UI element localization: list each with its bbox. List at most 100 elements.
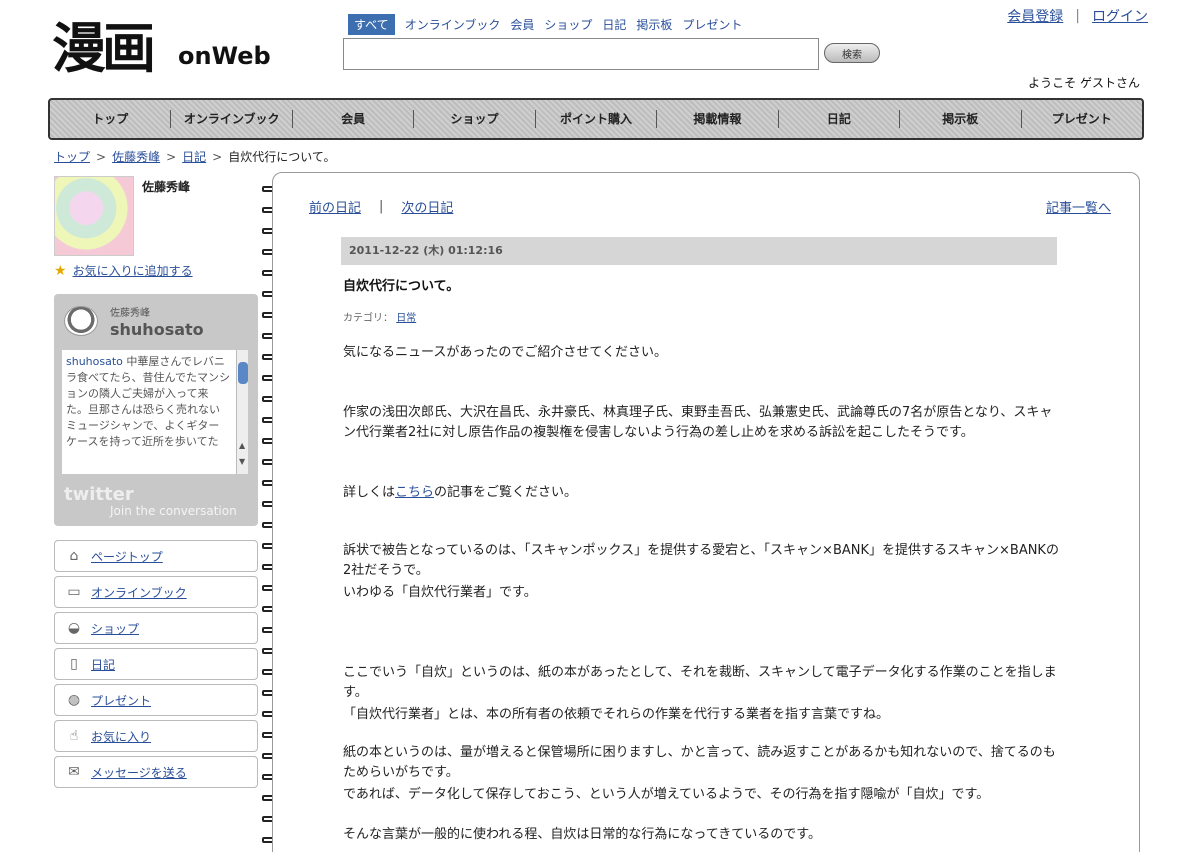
tweet-handle[interactable]: shuhosato xyxy=(66,355,123,368)
article-paragraph: 紙の本というのは、量が増えると保管場所に困りますし、かと言って、読み返すことがあ… xyxy=(343,745,1056,780)
breadcrumb-separator: > xyxy=(212,149,223,164)
scrollbar-thumb[interactable] xyxy=(238,362,248,384)
gift-icon: ◍ xyxy=(67,692,81,708)
favorite-icon: ☝ xyxy=(69,728,79,744)
shop-basket-icon: ◒ xyxy=(67,620,81,636)
welcome-message: ようこそ ゲストさん xyxy=(1028,76,1140,90)
article-paragraph: そんな言葉が一般的に使われる程、自炊は日常的な行為になってきているのです。 xyxy=(343,827,822,842)
login-link[interactable]: ログイン xyxy=(1092,6,1148,26)
twitter-avatar[interactable] xyxy=(64,306,98,336)
nav-bbs[interactable]: 掲示板 xyxy=(900,110,1022,128)
side-menu-diary[interactable]: ▯ 日記 xyxy=(54,648,258,680)
side-menu-shop[interactable]: ◒ ショップ xyxy=(54,612,258,644)
side-menu: ⌂ ページトップ ▭ オンラインブック ◒ ショップ ▯ 日記 ◍ プレゼント … xyxy=(54,540,258,792)
twitter-widget: 佐藤秀峰 shuhosato shuhosato 中華屋さんでレバニラ食べてたら… xyxy=(54,294,258,526)
search-tab-all[interactable]: すべて xyxy=(348,14,395,35)
breadcrumb-separator: > xyxy=(96,149,107,164)
account-separator: | xyxy=(1075,8,1080,24)
logo-kanji: 漫画 xyxy=(52,16,156,80)
side-menu-send-message[interactable]: ✉ メッセージを送る xyxy=(54,756,258,788)
add-to-favorites[interactable]: ★ お気に入りに追加する xyxy=(54,262,193,279)
home-icon: ⌂ xyxy=(69,548,79,564)
article-title: 自炊代行について。 xyxy=(343,279,460,294)
site-logo[interactable]: 漫画 onWeb xyxy=(52,4,312,80)
nav-top[interactable]: トップ xyxy=(50,110,172,128)
side-menu-label: 日記 xyxy=(91,657,116,672)
prev-diary-link[interactable]: 前の日記 xyxy=(309,197,361,216)
side-menu-label: メッセージを送る xyxy=(91,765,187,780)
article-paragraph: ここでいう「自炊」というのは、紙の本があったとして、それを裁断、スキャンして電子… xyxy=(343,665,1057,700)
side-menu-label: プレゼント xyxy=(91,693,152,708)
next-diary-link[interactable]: 次の日記 xyxy=(401,197,453,216)
side-menu-online-book[interactable]: ▭ オンラインブック xyxy=(54,576,258,608)
article-paragraph: 訴状で被告となっているのは、「スキャンポックス」を提供する愛宕と、「スキャン×B… xyxy=(343,543,1059,578)
paragraph-text: 詳しくは xyxy=(343,485,396,500)
paragraph-text: の記事をご覧ください。 xyxy=(434,485,578,500)
nav-buy-points[interactable]: ポイント購入 xyxy=(536,110,658,128)
nav-shop[interactable]: ショップ xyxy=(414,110,536,128)
article-paragraph: 「自炊代行業者」とは、本の所有者の依頼でそれらの作業を代行する業者を指す言葉です… xyxy=(343,707,890,722)
article-date: 2011-12-22 (木) 01:12:16 xyxy=(341,237,1057,265)
twitter-feed-scrollbar[interactable]: ▲ ▼ xyxy=(236,350,248,474)
side-menu-label: ページトップ xyxy=(91,549,163,564)
breadcrumb-author[interactable]: 佐藤秀峰 xyxy=(112,148,160,165)
breadcrumb-separator: > xyxy=(166,149,177,164)
diary-article-panel: 前の日記 | 次の日記 記事一覧へ 2011-12-22 (木) 01:12:1… xyxy=(272,172,1140,852)
article-list-link[interactable]: 記事一覧へ xyxy=(1046,197,1111,216)
side-menu-label: お気に入り xyxy=(91,729,152,744)
search-tab-bbs[interactable]: 掲示板 xyxy=(636,16,672,33)
article-paragraph: 詳しくはこちらの記事をご覧ください。 xyxy=(343,483,1063,503)
nav-present[interactable]: プレゼント xyxy=(1022,110,1142,128)
profile-name: 佐藤秀峰 xyxy=(142,180,191,194)
diary-nav-separator: | xyxy=(379,199,384,214)
search-input[interactable] xyxy=(343,38,819,70)
search-tab-online-book[interactable]: オンラインブック xyxy=(405,16,501,33)
nav-member[interactable]: 会員 xyxy=(293,110,415,128)
twitter-real-name: 佐藤秀峰 xyxy=(110,308,150,319)
twitter-widget-header: 佐藤秀峰 shuhosato xyxy=(54,294,258,348)
favorite-star-icon: ★ xyxy=(54,262,67,279)
side-menu-present[interactable]: ◍ プレゼント xyxy=(54,684,258,716)
twitter-join-link[interactable]: Join the conversation xyxy=(110,504,237,518)
side-menu-label: ショップ xyxy=(91,621,140,636)
nav-online-book[interactable]: オンラインブック xyxy=(171,110,293,128)
add-to-favorites-label[interactable]: お気に入りに追加する xyxy=(73,262,193,279)
side-menu-label: オンラインブック xyxy=(91,585,187,600)
pen-icon: ▯ xyxy=(70,656,78,672)
book-icon: ▭ xyxy=(67,584,81,600)
article-paragraph: いわゆる「自炊代行業者」です。 xyxy=(343,585,537,600)
account-links: 会員登録 | ログイン xyxy=(1007,6,1148,26)
source-article-link[interactable]: こちら xyxy=(395,485,434,500)
twitter-logo[interactable]: twitter xyxy=(64,484,134,505)
category-link[interactable]: 日常 xyxy=(396,313,416,324)
nav-diary[interactable]: 日記 xyxy=(779,110,901,128)
mail-icon: ✉ xyxy=(68,764,80,780)
search-tab-member[interactable]: 会員 xyxy=(510,16,534,33)
article-paragraph: 気になるニュースがあったのでご紹介させてください。 xyxy=(343,345,667,360)
article-paragraph: 作家の浅田次郎氏、大沢在昌氏、永井豪氏、林真理子氏、東野圭吾氏、弘兼憲史氏、武論… xyxy=(343,405,1053,440)
scroll-up-icon[interactable]: ▲ xyxy=(239,438,245,454)
nav-listing-info[interactable]: 掲載情報 xyxy=(657,110,779,128)
side-menu-favorites[interactable]: ☝ お気に入り xyxy=(54,720,258,752)
search-scope-tabs: すべて オンラインブック 会員 ショップ 日記 掲示板 プレゼント xyxy=(348,14,742,35)
breadcrumb-diary[interactable]: 日記 xyxy=(182,148,206,165)
search-tab-present[interactable]: プレゼント xyxy=(682,16,742,33)
article-category: カテゴリ： 日常 xyxy=(343,309,416,324)
twitter-feed[interactable]: shuhosato 中華屋さんでレバニラ食べてたら、昔住んでたマンションの隣人ご… xyxy=(62,350,248,474)
side-menu-page-top[interactable]: ⌂ ページトップ xyxy=(54,540,258,572)
register-link[interactable]: 会員登録 xyxy=(1007,6,1063,26)
breadcrumb: トップ > 佐藤秀峰 > 日記 > 自炊代行について。 xyxy=(54,148,336,165)
global-nav: トップ オンラインブック 会員 ショップ ポイント購入 掲載情報 日記 掲示板 … xyxy=(48,98,1144,140)
search-tab-shop[interactable]: ショップ xyxy=(544,16,592,33)
breadcrumb-current: 自炊代行について。 xyxy=(228,150,336,164)
twitter-handle[interactable]: shuhosato xyxy=(110,320,204,339)
profile-avatar[interactable] xyxy=(54,176,134,256)
search-tab-diary[interactable]: 日記 xyxy=(602,16,626,33)
category-label: カテゴリ： xyxy=(343,313,393,324)
breadcrumb-top[interactable]: トップ xyxy=(54,148,90,165)
search-button[interactable]: 検索 xyxy=(824,43,880,63)
diary-pagination: 前の日記 | 次の日記 xyxy=(309,197,453,216)
logo-latin: onWeb xyxy=(178,42,271,70)
scroll-down-icon[interactable]: ▼ xyxy=(239,454,245,470)
article-paragraph: であれば、データ化して保存しておこう、という人が増えているようで、その行為を指す… xyxy=(343,787,990,802)
